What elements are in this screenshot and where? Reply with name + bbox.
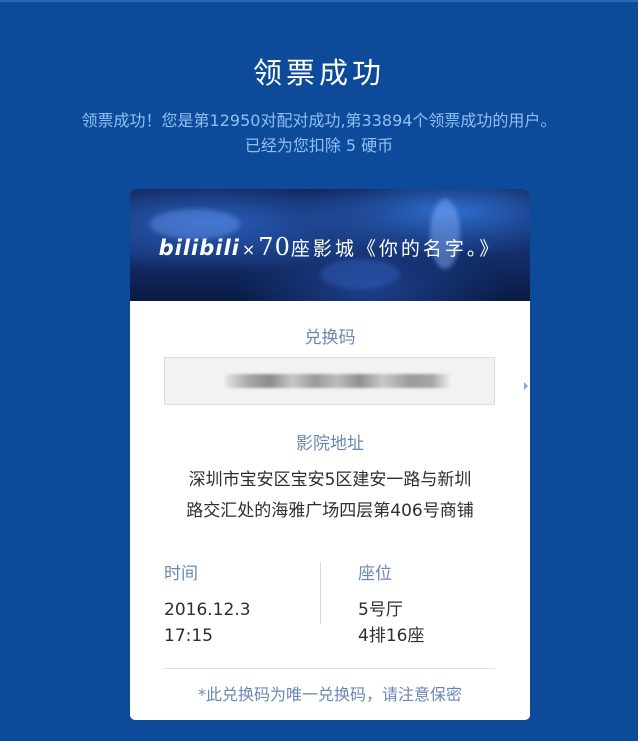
redeem-code-label: 兑换码 xyxy=(304,328,356,348)
ticket-card: bilibili ×70座影城《你的名字。》 兑换码 影院地址 深圳市宝安区宝安5… xyxy=(130,189,530,720)
bilibili-logo: bilibili xyxy=(158,236,240,260)
success-message: 领票成功！您是第12950对配对成功,第33894个领票成功的用户。 已经为您扣… xyxy=(0,108,638,158)
scroll-indicator-icon xyxy=(524,382,528,390)
cinema-address-label: 影院地址 xyxy=(296,434,364,454)
banner-title: bilibili ×70座影城《你的名字。》 xyxy=(130,233,530,261)
banner-number: 70 xyxy=(258,233,291,261)
show-date: 2016.12.3 xyxy=(164,600,251,620)
column-divider xyxy=(320,562,321,624)
coin-deduction-message: 已经为您扣除 5 硬币 xyxy=(244,136,394,155)
page-title: 领票成功 xyxy=(252,56,385,90)
seat-number: 4排16座 xyxy=(358,626,425,646)
banner-cross: × xyxy=(241,240,257,259)
seat-label: 座位 xyxy=(358,564,392,584)
ticket-banner: bilibili ×70座影城《你的名字。》 xyxy=(130,189,530,301)
redeem-code-blurred xyxy=(225,374,450,388)
top-border xyxy=(0,0,638,2)
confidentiality-notice: *此兑换码为唯一兑换码，请注意保密 xyxy=(197,685,462,704)
show-time: 17:15 xyxy=(164,626,213,646)
cinema-address-line1: 深圳市宝安区宝安5区建安一路与新圳 xyxy=(188,470,472,490)
success-message-line1: 领票成功！您是第12950对配对成功,第33894个领票成功的用户。 xyxy=(81,111,557,130)
footer-divider xyxy=(164,668,495,669)
hall-number: 5号厅 xyxy=(358,600,403,620)
seat-info: 5号厅 4排16座 xyxy=(358,597,424,649)
redeem-code-field[interactable] xyxy=(164,357,495,405)
showtime: 2016.12.3 17:15 xyxy=(164,597,251,649)
banner-movie-text: 座影城《你的名字。》 xyxy=(290,238,502,260)
cinema-address-line2: 路交汇处的海雅广场四层第406号商铺 xyxy=(186,501,474,521)
cinema-address: 深圳市宝安区宝安5区建安一路与新圳 路交汇处的海雅广场四层第406号商铺 xyxy=(160,465,500,527)
time-label: 时间 xyxy=(164,564,198,584)
banner-light-streak xyxy=(320,259,400,289)
